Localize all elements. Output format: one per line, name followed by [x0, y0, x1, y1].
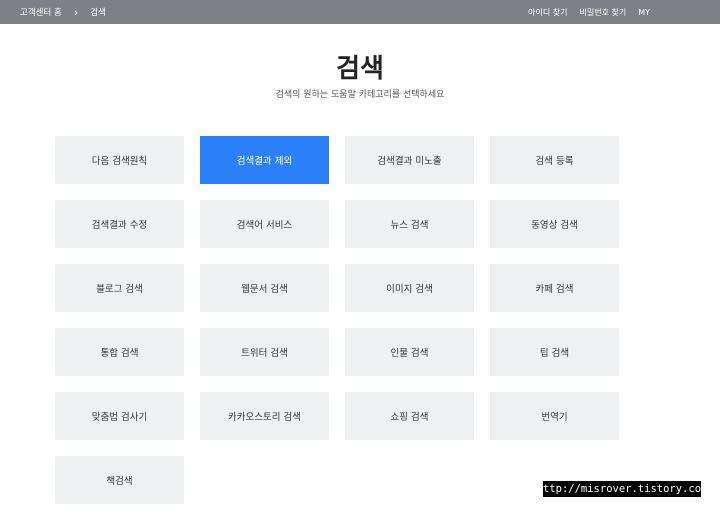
category-tile[interactable]: 검색 등록: [490, 136, 619, 184]
category-tile[interactable]: 이미지 검색: [345, 264, 474, 312]
page-title: 검색: [336, 54, 384, 84]
category-tile[interactable]: 통합 검색: [55, 328, 184, 376]
category-tile[interactable]: 동영상 검색: [490, 200, 619, 248]
category-tile[interactable]: 쇼핑 검색: [345, 392, 474, 440]
category-tile[interactable]: 웹문서 검색: [200, 264, 329, 312]
breadcrumb-home-link[interactable]: 고객센터 홈: [20, 6, 62, 18]
category-tile[interactable]: 블로그 검색: [55, 264, 184, 312]
category-tile[interactable]: 검색어 서비스: [200, 200, 329, 248]
category-tile[interactable]: 맞춤법 검사기: [55, 392, 184, 440]
top-bar: 고객센터 홈 › 검색 아이디 찾기 비밀번호 찾기 MY: [0, 0, 720, 24]
category-tile[interactable]: 번역기: [490, 392, 619, 440]
breadcrumb: 고객센터 홈 › 검색: [20, 0, 106, 24]
category-tile[interactable]: 책검색: [55, 456, 184, 504]
page-subtitle: 검색의 원하는 도움말 카테고리를 선택하세요: [275, 90, 445, 100]
category-tile[interactable]: 트위터 검색: [200, 328, 329, 376]
find-id-link[interactable]: 아이디 찾기: [528, 7, 567, 18]
category-tile[interactable]: 카카오스토리 검색: [200, 392, 329, 440]
category-tile[interactable]: 카페 검색: [490, 264, 619, 312]
watermark: http://misrover.tistory.com: [536, 481, 708, 497]
category-tile[interactable]: 다음 검색원칙: [55, 136, 184, 184]
find-password-link[interactable]: 비밀번호 찾기: [580, 7, 627, 18]
breadcrumb-current: 검색: [90, 8, 106, 18]
category-tile[interactable]: 인물 검색: [345, 328, 474, 376]
my-link[interactable]: MY: [638, 8, 650, 17]
category-tile[interactable]: 검색결과 미노출: [345, 136, 474, 184]
category-tile[interactable]: 검색결과 제외: [200, 136, 329, 184]
category-tile[interactable]: 검색결과 수정: [55, 200, 184, 248]
chevron-right-icon: ›: [73, 5, 79, 19]
category-tile[interactable]: 팁 검색: [490, 328, 619, 376]
top-links: 아이디 찾기 비밀번호 찾기 MY: [516, 0, 650, 24]
category-tile[interactable]: 뉴스 검색: [345, 200, 474, 248]
